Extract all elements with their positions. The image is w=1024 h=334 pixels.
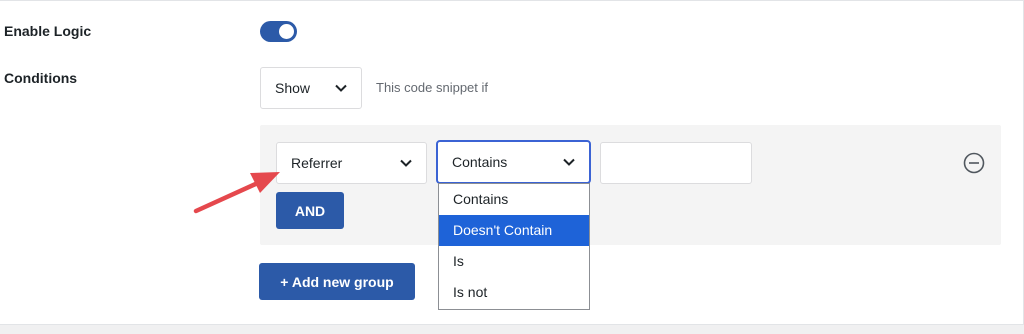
dropdown-option-is-not[interactable]: Is not [439, 277, 589, 308]
condition-value-input[interactable] [600, 142, 752, 184]
dropdown-option-doesnt-contain[interactable]: Doesn't Contain [439, 215, 589, 246]
enable-logic-toggle[interactable] [260, 21, 297, 42]
condition-field-value: Referrer [291, 155, 343, 171]
and-button[interactable]: AND [276, 192, 344, 229]
operator-dropdown-list: Contains Doesn't Contain Is Is not [438, 183, 590, 310]
visibility-select[interactable]: Show [260, 67, 362, 109]
conditions-label: Conditions [4, 70, 78, 86]
visibility-helper-text: This code snippet if [376, 80, 489, 95]
add-new-group-button[interactable]: + Add new group [259, 263, 415, 300]
enable-logic-label: Enable Logic [4, 23, 92, 39]
condition-operator-value: Contains [452, 154, 508, 170]
condition-operator-select[interactable]: Contains [436, 140, 591, 184]
chevron-down-icon [335, 84, 347, 92]
condition-field-select[interactable]: Referrer [276, 142, 427, 184]
toggle-knob [279, 24, 294, 39]
visibility-select-value: Show [275, 80, 311, 96]
chevron-down-icon [400, 159, 412, 167]
minus-circle-icon[interactable] [963, 152, 985, 174]
dropdown-option-is[interactable]: Is [439, 246, 589, 277]
frame-top-border [0, 0, 1024, 1]
frame-bottom-bar [0, 324, 1024, 334]
dropdown-option-contains[interactable]: Contains [439, 184, 589, 215]
chevron-down-icon [563, 158, 575, 166]
arrow-icon [193, 172, 280, 214]
